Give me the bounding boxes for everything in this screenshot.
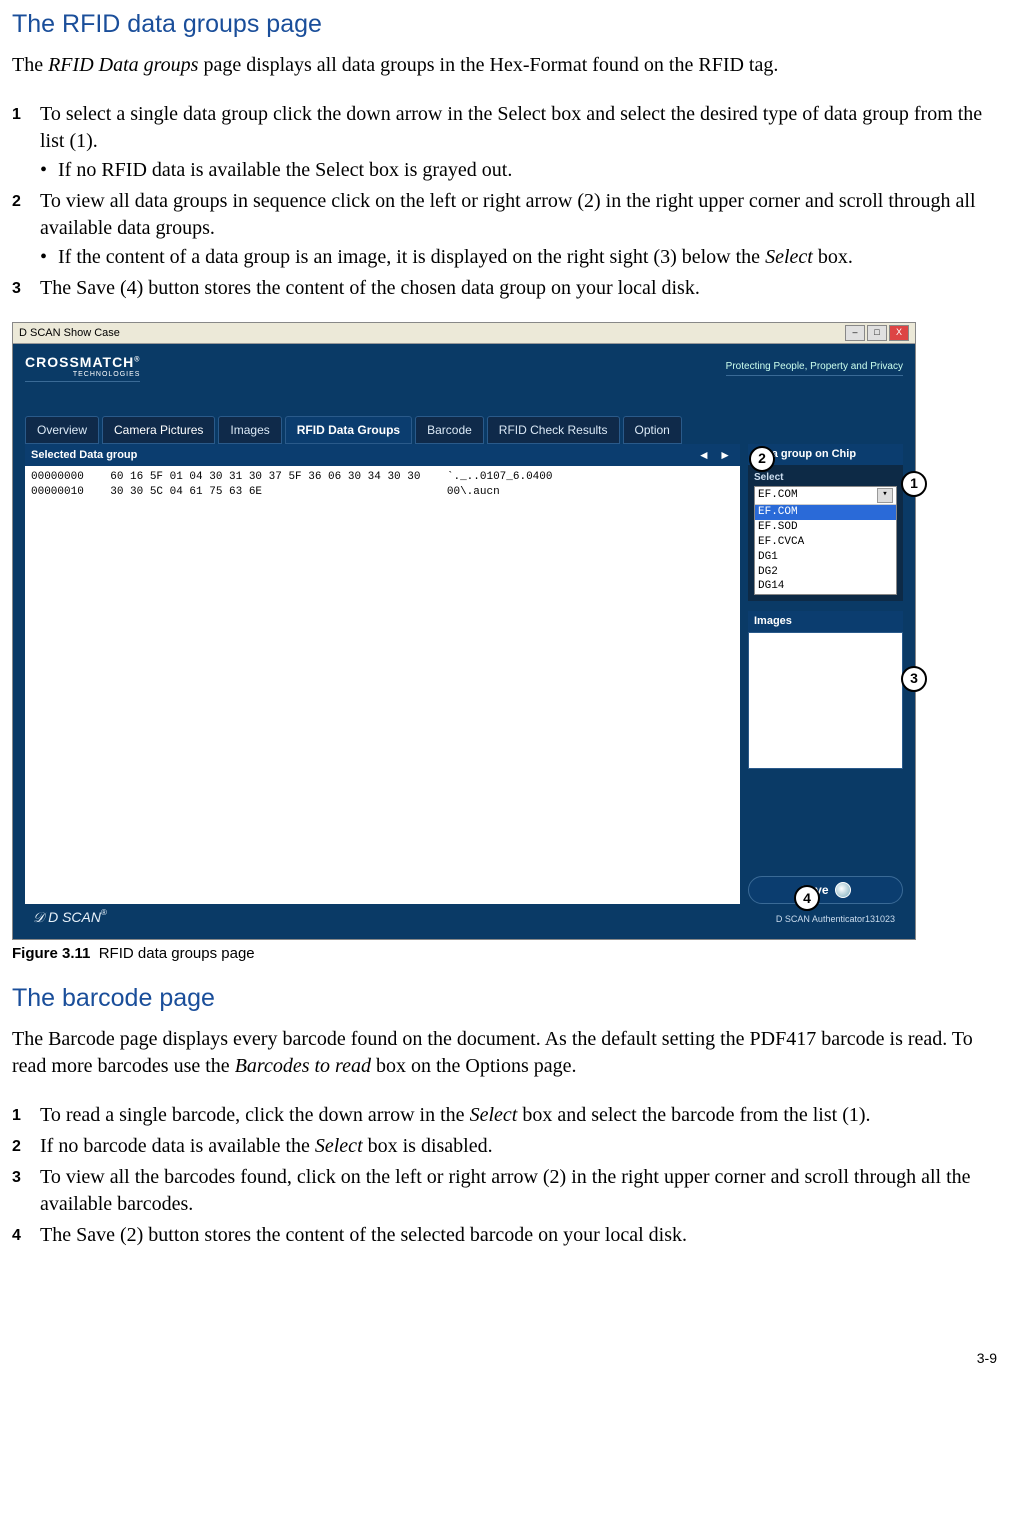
figure-caption-label: Figure 3.11 bbox=[12, 945, 90, 962]
figure-caption-text: RFID data groups page bbox=[99, 945, 255, 962]
barcode-intro: The Barcode page displays every barcode … bbox=[12, 1026, 997, 1080]
rfid-intro: The RFID Data groups page displays all d… bbox=[12, 52, 997, 79]
brand-sub: TECHNOLOGIES bbox=[25, 370, 140, 379]
barcode-steps: To read a single barcode, click the down… bbox=[12, 1102, 997, 1249]
select-option[interactable]: EF.COM bbox=[755, 505, 896, 520]
text: If the content of a data group is an ima… bbox=[58, 246, 765, 268]
footer-device: D SCAN Authenticator131023 bbox=[776, 913, 895, 925]
select-option[interactable]: DG1 bbox=[755, 550, 896, 565]
text-italic: Select bbox=[765, 246, 813, 268]
tab-row: Overview Camera Pictures Images RFID Dat… bbox=[13, 388, 915, 444]
section-title-rfid: The RFID data groups page bbox=[12, 8, 997, 42]
nav-arrows[interactable]: ◄ ► bbox=[698, 447, 734, 463]
left-panel: Selected Data group ◄ ► 00000000 60 16 5… bbox=[25, 444, 740, 904]
step-1: To select a single data group click the … bbox=[12, 101, 997, 184]
select-option[interactable]: DG14 bbox=[755, 579, 896, 594]
images-box bbox=[748, 632, 903, 769]
select-option[interactable]: EF.SOD bbox=[755, 520, 896, 535]
text: box on the Options page. bbox=[371, 1055, 577, 1077]
select-option[interactable]: EF.CVCA bbox=[755, 535, 896, 550]
select-value-row[interactable]: EF.COM ▾ bbox=[755, 487, 896, 505]
section-title-barcode: The barcode page bbox=[12, 982, 997, 1016]
step-3: To view all the barcodes found, click on… bbox=[12, 1164, 997, 1218]
text: The bbox=[12, 54, 48, 76]
step-2: To view all data groups in sequence clic… bbox=[12, 188, 997, 271]
minimize-button[interactable]: – bbox=[845, 325, 865, 341]
text-italic: Select bbox=[315, 1135, 363, 1157]
step-text: The Save (4) button stores the content o… bbox=[40, 277, 700, 299]
text: To read a single barcode, click the down… bbox=[40, 1104, 470, 1126]
left-panel-title: Selected Data group bbox=[31, 448, 137, 463]
select-label: Select bbox=[754, 471, 897, 485]
callout-3: 3 bbox=[901, 666, 927, 692]
step-text: To view all the barcodes found, click on… bbox=[40, 1166, 971, 1215]
window-title: D SCAN Show Case bbox=[19, 323, 120, 343]
tab-rfid-check-results[interactable]: RFID Check Results bbox=[487, 416, 620, 444]
step-text: To select a single data group click the … bbox=[40, 103, 982, 152]
app-body: CROSSMATCH® TECHNOLOGIES Protecting Peop… bbox=[13, 344, 915, 939]
page-number: 3-9 bbox=[12, 1349, 997, 1368]
rfid-steps: To select a single data group click the … bbox=[12, 101, 997, 302]
window-titlebar: D SCAN Show Case – □ X bbox=[13, 323, 915, 344]
brand-row: CROSSMATCH® TECHNOLOGIES Protecting Peop… bbox=[13, 344, 915, 388]
content-row: Selected Data group ◄ ► 00000000 60 16 5… bbox=[13, 444, 915, 904]
dropdown-arrow-icon[interactable]: ▾ bbox=[877, 488, 893, 503]
select-list: EF.COM EF.SOD EF.CVCA DG1 DG2 DG14 bbox=[755, 505, 896, 594]
tab-options[interactable]: Option bbox=[623, 416, 682, 444]
footer-brand: 𝒟 D SCAN® bbox=[33, 908, 107, 929]
step-text: The Save (2) button stores the content o… bbox=[40, 1224, 687, 1246]
step-1-sub: If no RFID data is available the Select … bbox=[40, 157, 997, 184]
save-icon bbox=[835, 882, 851, 898]
step-2-sub-1: If the content of a data group is an ima… bbox=[40, 244, 997, 271]
text: box and select the barcode from the list… bbox=[517, 1104, 870, 1126]
tab-barcode[interactable]: Barcode bbox=[415, 416, 484, 444]
close-button[interactable]: X bbox=[889, 325, 909, 341]
text: box. bbox=[813, 246, 853, 268]
brand-logo: CROSSMATCH® TECHNOLOGIES bbox=[25, 353, 140, 382]
tab-images[interactable]: Images bbox=[218, 416, 281, 444]
tagline: Protecting People, Property and Privacy bbox=[726, 360, 903, 377]
right-panel-box: Select EF.COM ▾ EF.COM EF.SOD EF.CVCA DG… bbox=[748, 465, 903, 601]
figure-caption: Figure 3.11 RFID data groups page bbox=[12, 944, 997, 964]
step-2: If no barcode data is available the Sele… bbox=[12, 1133, 997, 1160]
callout-2: 2 bbox=[749, 446, 775, 472]
spacer bbox=[748, 769, 903, 844]
tab-rfid-data-groups[interactable]: RFID Data Groups bbox=[285, 416, 412, 444]
step-2-sub: If the content of a data group is an ima… bbox=[40, 244, 997, 271]
step-text: To view all data groups in sequence clic… bbox=[40, 190, 976, 239]
text-italic: RFID Data groups bbox=[48, 54, 198, 76]
right-panel: Data group on Chip Select EF.COM ▾ EF.CO… bbox=[748, 444, 903, 904]
text: box is disabled. bbox=[363, 1135, 493, 1157]
text-italic: Barcodes to read bbox=[235, 1055, 371, 1077]
step-3: The Save (4) button stores the content o… bbox=[12, 275, 997, 302]
callout-4: 4 bbox=[794, 885, 820, 911]
brand-text: CROSSMATCH bbox=[25, 354, 134, 370]
tab-overview[interactable]: Overview bbox=[25, 416, 99, 444]
step-1: To read a single barcode, click the down… bbox=[12, 1102, 997, 1129]
maximize-button[interactable]: □ bbox=[867, 325, 887, 341]
step-1-sub-1: If no RFID data is available the Select … bbox=[40, 157, 997, 184]
callout-1: 1 bbox=[901, 471, 927, 497]
left-panel-header: Selected Data group ◄ ► bbox=[25, 444, 740, 466]
hex-view: 00000000 60 16 5F 01 04 30 31 30 37 5F 3… bbox=[25, 466, 740, 904]
text: If no barcode data is available the bbox=[40, 1135, 315, 1157]
select-option[interactable]: DG2 bbox=[755, 565, 896, 580]
select-box[interactable]: EF.COM ▾ EF.COM EF.SOD EF.CVCA DG1 DG2 D… bbox=[754, 486, 897, 595]
images-header: Images bbox=[748, 611, 903, 632]
save-button[interactable]: Save bbox=[748, 876, 903, 904]
tab-camera-pictures[interactable]: Camera Pictures bbox=[102, 416, 215, 444]
step-4: The Save (2) button stores the content o… bbox=[12, 1222, 997, 1249]
text: page displays all data groups in the Hex… bbox=[198, 54, 778, 76]
footer-brand-text: D SCAN bbox=[48, 909, 101, 925]
footer-row: 𝒟 D SCAN® D SCAN Authenticator131023 bbox=[13, 904, 915, 931]
select-value: EF.COM bbox=[758, 488, 798, 503]
figure-screenshot: D SCAN Show Case – □ X CROSSMATCH® TECHN… bbox=[12, 322, 916, 940]
window-buttons: – □ X bbox=[845, 325, 909, 341]
text-italic: Select bbox=[470, 1104, 518, 1126]
